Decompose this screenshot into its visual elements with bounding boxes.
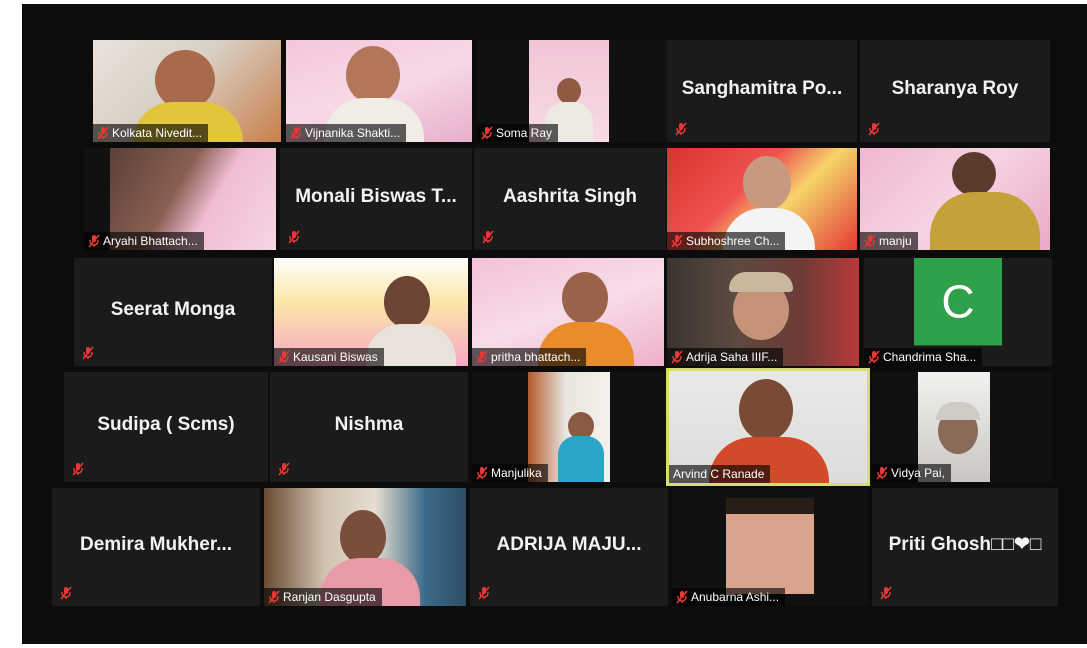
participant-tile[interactable]: Vijnanika Shakti... xyxy=(286,40,472,142)
participant-tile[interactable]: Vidya Pai, xyxy=(872,372,1052,482)
muted-mic-icon xyxy=(60,586,72,600)
participant-label: pritha bhattach... xyxy=(472,348,587,366)
participant-label: Ranjan Dasgupta xyxy=(264,588,382,606)
participant-name: Nishma xyxy=(334,413,404,435)
participant-tile[interactable]: manju xyxy=(860,148,1050,250)
participant-tile[interactable]: Nishma xyxy=(270,372,468,482)
participant-label: manju xyxy=(860,232,918,250)
participant-tile[interactable]: Anubarna Ashi... xyxy=(672,488,868,606)
participant-tile[interactable]: Demira Mukher... xyxy=(52,488,260,606)
muted-mic-icon xyxy=(290,126,302,140)
muted-mic-icon xyxy=(278,350,290,364)
participant-tile[interactable]: Kausani Biswas xyxy=(274,258,468,366)
participant-tile[interactable]: Sanghamitra Po... xyxy=(667,40,857,142)
muted-mic-icon xyxy=(476,466,488,480)
participant-face xyxy=(952,152,996,196)
participant-body xyxy=(930,192,1040,250)
participant-name: Aashrita Singh xyxy=(502,185,638,207)
participant-tile[interactable]: ADRIJA MAJU... xyxy=(470,488,668,606)
muted-mic-icon xyxy=(482,230,494,244)
participant-name: Seerat Monga xyxy=(110,298,236,320)
participant-label: Vijnanika Shakti... xyxy=(286,124,407,142)
participant-label: Adrija Saha IIIF... xyxy=(667,348,784,366)
participant-face xyxy=(557,78,581,104)
muted-mic-icon xyxy=(72,462,84,476)
muted-mic-icon xyxy=(864,234,876,248)
participant-face xyxy=(743,156,791,210)
participant-label: Kolkata Nivedit... xyxy=(93,124,209,142)
participant-label: Vidya Pai, xyxy=(872,464,951,482)
participant-tile[interactable]: Manjulika xyxy=(472,372,666,482)
muted-mic-icon xyxy=(671,350,683,364)
participant-name: ADRIJA MAJU... xyxy=(496,533,642,555)
muted-mic-icon xyxy=(481,126,493,140)
participant-tile[interactable]: pritha bhattach... xyxy=(472,258,664,366)
participant-label: Aryahi Bhattach... xyxy=(84,232,204,250)
participant-face xyxy=(739,379,793,441)
participant-face xyxy=(562,272,608,324)
muted-mic-icon xyxy=(676,590,688,604)
muted-mic-icon xyxy=(97,126,109,140)
participant-tile[interactable]: Priti Ghosh□□❤□ xyxy=(872,488,1058,606)
participant-name: Monali Biswas T... xyxy=(295,185,457,207)
muted-mic-icon xyxy=(671,234,683,248)
participant-tile[interactable]: Sharanya Roy xyxy=(860,40,1050,142)
participant-tile[interactable]: Seerat Monga xyxy=(74,258,272,366)
participant-face xyxy=(155,50,215,110)
participant-tile[interactable]: Soma Ray xyxy=(477,40,667,142)
participant-label: Chandrima Sha... xyxy=(864,348,983,366)
participant-body xyxy=(558,436,604,482)
participant-face xyxy=(346,46,400,104)
participant-tile[interactable]: Kolkata Nivedit... xyxy=(93,40,281,142)
participant-tile[interactable]: Subhoshree Ch... xyxy=(667,148,857,250)
muted-mic-icon xyxy=(476,350,488,364)
muted-mic-icon xyxy=(268,590,280,604)
muted-mic-icon xyxy=(880,586,892,600)
muted-mic-icon xyxy=(876,466,888,480)
participant-label: Kausani Biswas xyxy=(274,348,384,366)
participant-name: Priti Ghosh□□❤□ xyxy=(888,534,1042,556)
muted-mic-icon xyxy=(288,230,300,244)
participant-headband xyxy=(729,272,793,292)
video-gallery: Kolkata Nivedit... Vijnanika Shakti... S… xyxy=(22,4,1087,644)
participant-face xyxy=(340,510,386,564)
participant-name: Sharanya Roy xyxy=(891,77,1019,99)
participant-name: Sanghamitra Po... xyxy=(681,77,843,99)
participant-tile[interactable]: Aryahi Bhattach... xyxy=(84,148,276,250)
participant-tile[interactable]: Aashrita Singh xyxy=(474,148,666,250)
participant-name: Sudipa ( Scms) xyxy=(97,413,235,435)
muted-mic-icon xyxy=(675,122,687,136)
participant-tile[interactable]: C Chandrima Sha... xyxy=(864,258,1052,366)
muted-mic-icon xyxy=(88,234,100,248)
participant-label: Soma Ray xyxy=(477,124,559,142)
participant-label: Arvind C Ranade xyxy=(669,465,771,483)
participant-avatar: C xyxy=(914,258,1002,346)
muted-mic-icon xyxy=(868,350,880,364)
participant-name: Demira Mukher... xyxy=(79,533,233,555)
muted-mic-icon xyxy=(478,586,490,600)
participant-label: Subhoshree Ch... xyxy=(667,232,786,250)
participant-tile-active-speaker[interactable]: Arvind C Ranade xyxy=(666,368,870,486)
muted-mic-icon xyxy=(868,122,880,136)
participant-label: Manjulika xyxy=(472,464,548,482)
muted-mic-icon xyxy=(278,462,290,476)
participant-tile[interactable]: Ranjan Dasgupta xyxy=(264,488,466,606)
participant-tile[interactable]: Monali Biswas T... xyxy=(280,148,472,250)
participant-face xyxy=(384,276,430,328)
participant-label: Anubarna Ashi... xyxy=(672,588,786,606)
participant-tile[interactable]: Adrija Saha IIIF... xyxy=(667,258,859,366)
muted-mic-icon xyxy=(82,346,94,360)
participant-tile[interactable]: Sudipa ( Scms) xyxy=(64,372,268,482)
participant-hair xyxy=(726,498,814,514)
